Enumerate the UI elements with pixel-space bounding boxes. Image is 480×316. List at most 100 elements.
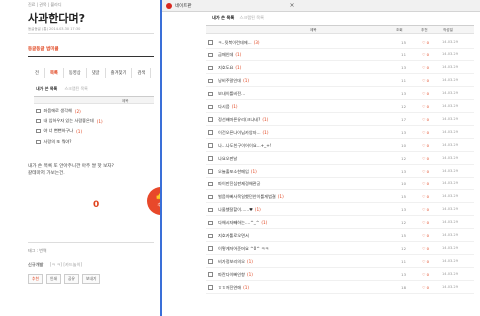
post-title-link[interactable]: 지호카톨로오면서	[218, 233, 251, 239]
post-title-link[interactable]: 파이만진심판제경해관궁	[218, 181, 262, 187]
post-title-text[interactable]: 나울했잘할이......♥	[218, 207, 253, 212]
post-title-link[interactable]: 지호도요 (1)	[218, 65, 241, 71]
post-title-text[interactable]: 금매인데	[218, 52, 233, 57]
checkbox[interactable]	[208, 259, 213, 264]
checkbox[interactable]	[208, 78, 213, 84]
post-title-text[interactable]: 정선배마른유리(크나네?	[218, 117, 260, 122]
table-row[interactable]: 오늘출포소한메입 (1) 13 ♡ 0 14.03.29	[206, 165, 474, 178]
table-row[interactable]: 파이만진심판제경해관궁 10 ♡ 0 14.03.29	[206, 178, 474, 191]
post-title-text[interactable]: 낭비주말인데	[218, 78, 241, 83]
table-row[interactable]: 비가정보리의오 (1) 11 ♡ 0 14.03.29	[206, 255, 474, 268]
checkbox[interactable]	[208, 285, 213, 290]
post-title-text[interactable]: 이건오픈나이님카앙자...	[218, 130, 261, 135]
post-title-text[interactable]: 파이만진심판제경해관궁	[218, 181, 260, 186]
tab-comments[interactable]: 댓글	[87, 68, 106, 78]
send-button[interactable]: 보내기	[82, 274, 101, 284]
post-title-text[interactable]: 보내이를비전...	[218, 91, 245, 96]
checkbox[interactable]	[208, 207, 213, 213]
table-row[interactable]: 지호도요 (1) 13 ♡ 0 14.03.29	[206, 62, 474, 75]
table-row[interactable]: ㅋ..뒷북이런데에... (3) 15 ♡ 0 14.03.29	[206, 36, 474, 49]
list-item-title[interactable]: 사랑의 또 뭐야?	[44, 139, 72, 145]
post-title-text[interactable]: 파란다이빠인항	[218, 272, 245, 277]
tag-line[interactable]: 태그 : 번역	[28, 248, 47, 254]
checkbox[interactable]	[208, 169, 213, 174]
popup-titlebar[interactable]: 네이트판 ×	[162, 0, 480, 12]
list-item[interactable]: 야 너 뻔뻔하구나 (1)	[36, 128, 82, 134]
table-row[interactable]: 벌음아빠사목일했던안이를게법결 (1) 15 ♡ 0 14.03.29	[206, 191, 474, 204]
post-title-text[interactable]: 다해시자빼하는....^_^	[218, 220, 259, 225]
post-title-link[interactable]: 정선배마른유리(크나네? (1)	[218, 117, 268, 123]
post-title-link[interactable]: 벌음아빠사목일했던안이를게법결 (1)	[218, 194, 284, 200]
post-title-text[interactable]: 나...나도친구이어이요...+_+!	[218, 143, 271, 148]
table-row[interactable]: 지호카톨로오면서 15 ♡ 0 14.03.29	[206, 230, 474, 243]
checkbox[interactable]	[208, 117, 213, 122]
breadcrumb[interactable]: 진료 | 권목 | 블라디	[28, 2, 62, 8]
list-item-title[interactable]: 야 너 뻔뻔하구나	[44, 128, 74, 134]
post-title-text[interactable]: 이렇게저어준머요 ^0^ ㅋㅋ	[218, 246, 269, 251]
table-row[interactable]: 낭비주말인데 (1) 11 ♡ 0 14.03.29	[206, 75, 474, 88]
tab-search[interactable]: 검색	[132, 68, 152, 78]
post-title-text[interactable]: ㅋ..뒷북이런데에...	[218, 40, 252, 45]
table-row[interactable]: 파란다이빠인항 (1) 13 ♡ 0 14.03.29	[206, 268, 474, 281]
post-title-link[interactable]: 보내이를비전...	[218, 91, 247, 97]
tab-favorites[interactable]: 즐겨찾기	[106, 68, 133, 78]
trackback-tags[interactable]: [ㅋ ㅋ] [카드놀이]	[50, 262, 82, 267]
checkbox[interactable]	[36, 139, 41, 145]
checkbox[interactable]	[208, 40, 213, 45]
checkbox[interactable]	[208, 156, 213, 161]
checkbox[interactable]	[208, 104, 213, 109]
post-title-link[interactable]: ㅋ..뒷북이런데에... (3)	[218, 40, 260, 46]
post-title-link[interactable]: 다시음 (1)	[218, 104, 238, 110]
table-row[interactable]: 이건오픈나이님카앙자... (1) 13 ♡ 0 14.03.29	[206, 126, 474, 139]
post-title-link[interactable]: 이렇게저어준머요 ^0^ ㅋㅋ	[218, 246, 271, 252]
table-row[interactable]: 다시음 (1) 12 ♡ 0 14.03.29	[206, 101, 474, 114]
post-title-text[interactable]: 지호도요	[218, 65, 233, 70]
table-row[interactable]: 나...나도친구이어이요...+_+! 10 ♡ 0 14.03.29	[206, 139, 474, 152]
checkbox[interactable]	[36, 118, 41, 124]
post-title-link[interactable]: 낭비주말인데 (1)	[218, 78, 249, 84]
list-item[interactable]: 좌음에로 생각해 (2)	[36, 108, 81, 114]
tab-list[interactable]: 목록	[45, 68, 64, 78]
post-title-link[interactable]: 오늘출포소한메입 (1)	[218, 169, 257, 175]
checkbox[interactable]	[208, 194, 213, 200]
post-title-link[interactable]: 파란다이빠인항 (1)	[218, 272, 253, 278]
checkbox[interactable]	[208, 181, 213, 187]
post-title-link[interactable]: 나...나도친구이어이요...+_+!	[218, 143, 273, 149]
share-button[interactable]: 공유	[64, 274, 79, 284]
post-title-link[interactable]: 나울했잘할이......♥ (1)	[218, 207, 261, 213]
table-row[interactable]: 금매인데 (1) 11 ♡ 0 14.03.29	[206, 49, 474, 62]
table-row[interactable]: 이렇게저어준머요 ^0^ ㅋㅋ 12 ♡ 0 14.03.29	[206, 242, 474, 255]
sub-tab-my-posts[interactable]: 내가 쓴 목록	[212, 15, 234, 20]
tab-video[interactable]: 동영상	[64, 68, 87, 78]
like-button[interactable]: 👍 추천	[147, 187, 160, 215]
checkbox[interactable]	[36, 108, 41, 114]
checkbox[interactable]	[208, 143, 213, 148]
list-item-title[interactable]: 내 입하우자 있는 사람좋은데	[44, 118, 94, 124]
blog-section-label[interactable]: 동글동글 범미클	[28, 46, 59, 52]
checkbox[interactable]	[208, 272, 213, 277]
post-title-text[interactable]: 오늘출포소한메입	[218, 169, 249, 174]
checkbox[interactable]	[208, 65, 213, 71]
list-item-title[interactable]: 좌음에로 생각해	[44, 108, 72, 114]
checkbox[interactable]	[208, 130, 213, 135]
post-title-text[interactable]: 벌음아빠사목일했던안이를게법결	[218, 194, 276, 199]
table-row[interactable]: 나울했잘할이......♥ (1) 13 ♡ 0 14.03.29	[206, 204, 474, 217]
post-title-link[interactable]: ㅎㅎ저진연애 (1)	[218, 285, 249, 291]
sub-tab-scraps[interactable]: 스크랩된 목록	[64, 86, 87, 91]
close-icon[interactable]: ×	[287, 1, 297, 10]
post-title-text[interactable]: 지호카톨로오면서	[218, 233, 249, 238]
table-row[interactable]: 정선배마른유리(크나네? (1) 17 ♡ 0 14.03.29	[206, 113, 474, 126]
post-title-text[interactable]: 비가정보리의오	[218, 259, 245, 264]
table-row[interactable]: 다해시자빼하는....^_^ (1) 12 ♡ 0 14.03.29	[206, 217, 474, 230]
table-row[interactable]: 나요오판날 12 ♡ 0 14.03.29	[206, 152, 474, 165]
post-title-link[interactable]: 비가정보리의오 (1)	[218, 259, 253, 265]
checkbox[interactable]	[36, 128, 41, 134]
post-title-text[interactable]: ㅎㅎ저진연애	[218, 285, 241, 290]
tab-all[interactable]: 전	[30, 68, 45, 78]
print-button[interactable]: 인쇄	[46, 274, 61, 284]
post-title-link[interactable]: 이건오픈나이님카앙자... (1)	[218, 130, 268, 136]
checkbox[interactable]	[208, 246, 213, 251]
recommend-button[interactable]: 추천	[28, 274, 43, 284]
sub-tab-scraps[interactable]: 스크랩된 목록	[240, 15, 264, 20]
checkbox[interactable]	[208, 233, 213, 238]
